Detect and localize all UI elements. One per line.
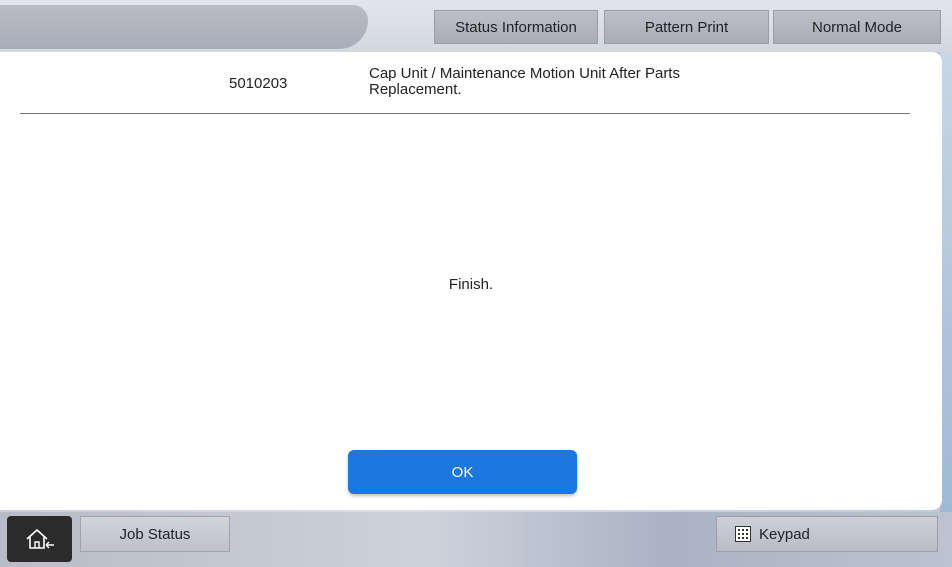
item-title: Cap Unit / Maintenance Motion Unit After… xyxy=(369,65,680,98)
home-icon xyxy=(25,529,54,549)
top-left-tab xyxy=(0,5,368,49)
status-message: Finish. xyxy=(448,276,494,293)
main-panel: 5010203 Cap Unit / Maintenance Motion Un… xyxy=(0,52,942,510)
status-information-button[interactable]: Status Information xyxy=(434,10,598,44)
job-status-button[interactable]: Job Status xyxy=(80,516,230,552)
top-bar: Status Information Pattern Print Normal … xyxy=(0,0,952,52)
normal-mode-button[interactable]: Normal Mode xyxy=(773,10,941,44)
keypad-label: Keypad xyxy=(759,525,810,543)
ok-button[interactable]: OK xyxy=(348,450,577,494)
item-code: 5010203 xyxy=(229,75,288,92)
keypad-button[interactable]: Keypad xyxy=(716,516,938,552)
keypad-icon xyxy=(735,526,751,542)
pattern-print-button[interactable]: Pattern Print xyxy=(604,10,769,44)
home-button[interactable] xyxy=(7,516,72,562)
divider xyxy=(20,113,910,114)
